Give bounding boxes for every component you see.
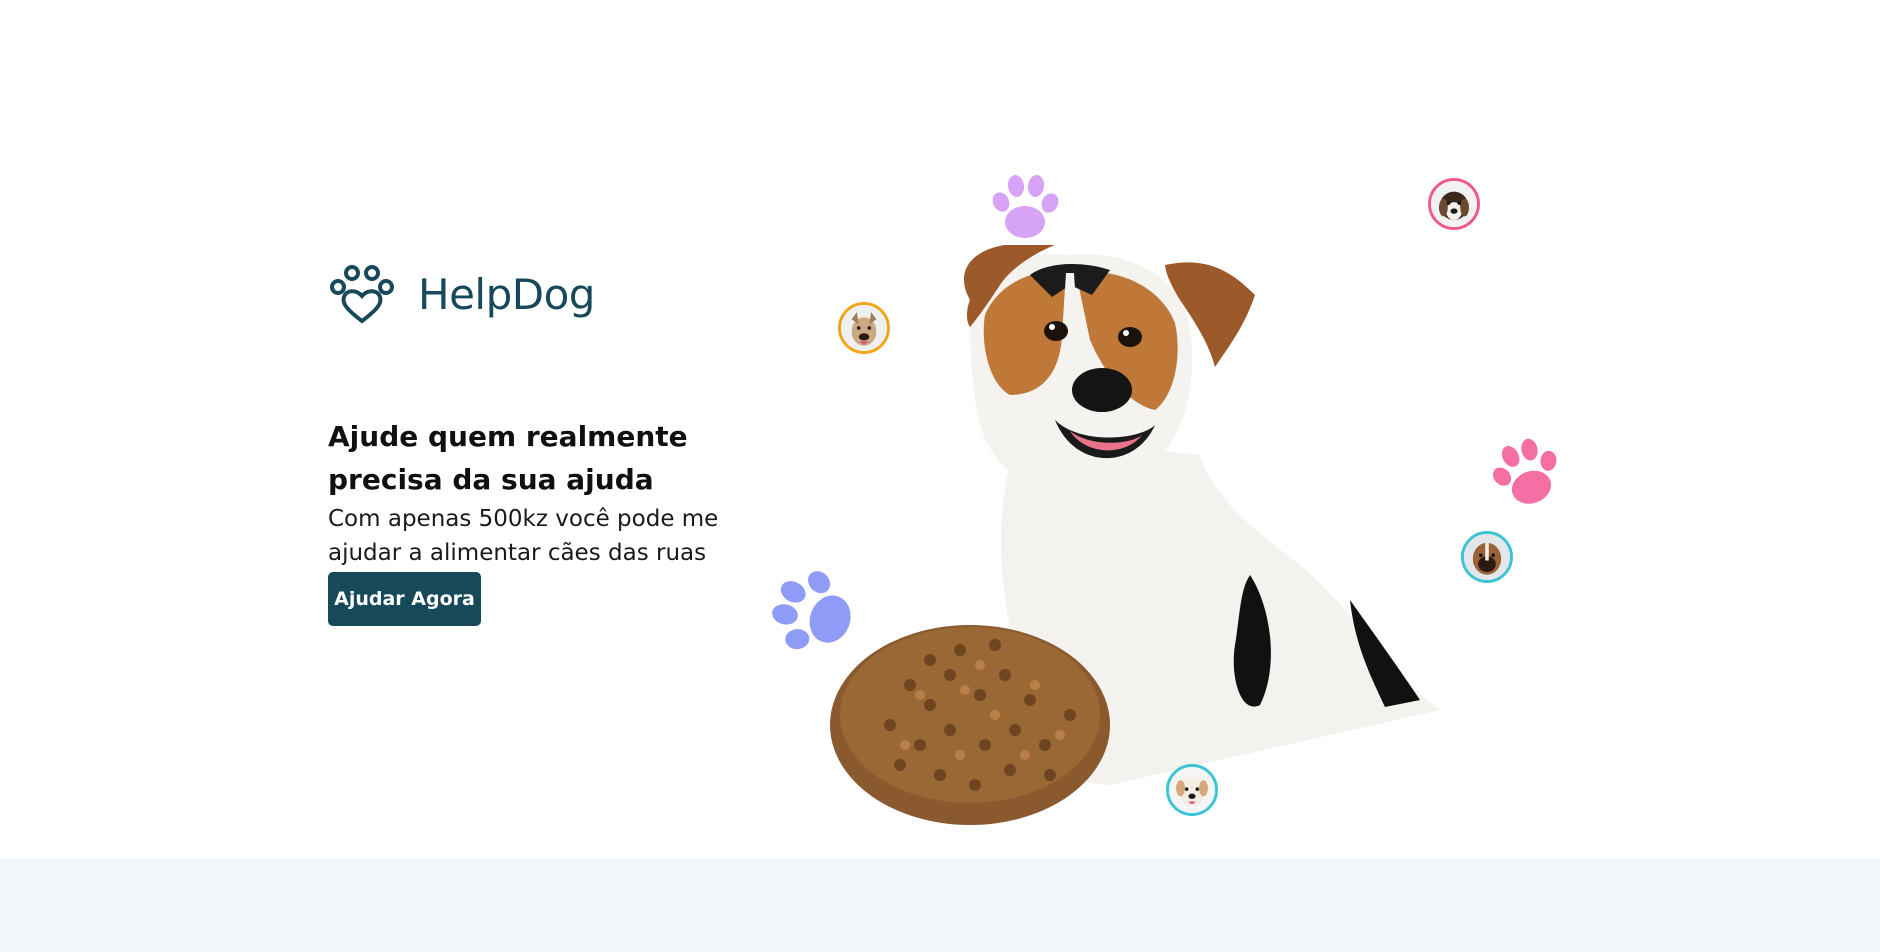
paw-icon [772,571,851,650]
paw-icon [992,175,1059,238]
dog-face-icon [1464,534,1510,580]
paw-heart-icon [330,265,394,324]
help-now-button[interactable]: Ajudar Agora [328,572,481,626]
page: HelpDog Ajude quem realmente precisa da … [0,0,1880,952]
dog-avatar[interactable] [1461,531,1513,583]
hero-subtext: Com apenas 500kz você pode me ajudar a a… [328,506,719,566]
hero-section: HelpDog Ajude quem realmente precisa da … [0,0,1880,858]
dog-face-icon [841,305,887,351]
hero-headline: Ajude quem realmente precisa da sua ajud… [328,420,688,496]
dog-avatar[interactable] [838,302,890,354]
dog-with-food-illustration [830,245,1440,825]
dog-avatar[interactable] [1428,178,1480,230]
dog-avatar[interactable] [1166,764,1218,816]
dog-face-icon [1431,181,1477,227]
brand-logo[interactable]: HelpDog [326,262,595,326]
next-section [0,858,1880,952]
paw-icon [1492,438,1557,504]
hero-illustration [0,0,1880,858]
dog-face-icon [1169,767,1215,813]
brand-name: HelpDog [418,269,595,319]
